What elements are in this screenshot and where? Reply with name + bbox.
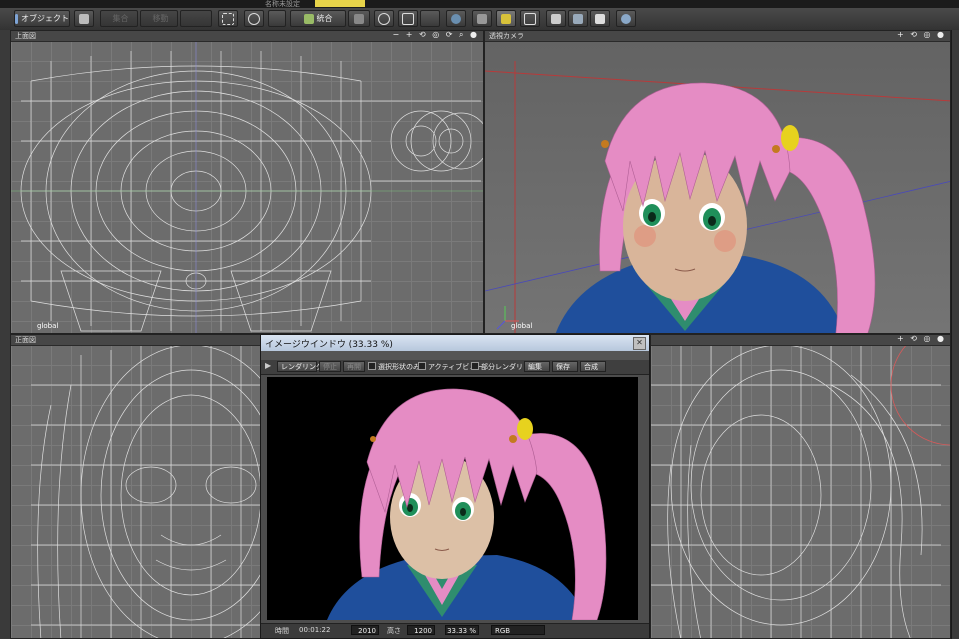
combine-dropdown[interactable]: 統合 <box>290 10 346 27</box>
globe-button[interactable] <box>446 10 466 27</box>
save-menu-button[interactable]: 保存 <box>552 361 578 372</box>
select-rect-button[interactable] <box>218 10 238 27</box>
viewport-controls[interactable]: + ⟲ ◎ ● <box>897 335 946 343</box>
image-window-titlebar[interactable]: イメージウインドウ (33.33 %) ✕ <box>261 335 649 351</box>
selected-only-checkbox[interactable]: 選択形状のみ <box>368 362 420 372</box>
image-icon <box>573 13 583 24</box>
close-icon[interactable]: ✕ <box>633 337 646 350</box>
render-time: 00:01:22 <box>299 626 331 634</box>
resume-button[interactable]: 再開 <box>343 361 365 372</box>
camera-button[interactable] <box>74 10 94 27</box>
spreadsheet-button[interactable] <box>546 10 566 27</box>
composite-menu-button[interactable]: 合成 <box>580 361 606 372</box>
render-button[interactable]: レンダリング <box>277 361 323 372</box>
combine-icon <box>303 13 314 24</box>
height-field[interactable]: 1200 <box>407 625 435 635</box>
spreadsheet-icon <box>551 13 561 24</box>
image-window-title: イメージウインドウ (33.33 %) <box>265 340 393 350</box>
center-icon <box>402 12 414 25</box>
zoom-field[interactable]: 33.33 % <box>445 625 479 635</box>
lasso-button[interactable] <box>244 10 264 27</box>
top-view-viewport[interactable]: 上面図 − + ⟲ ◎ ⟳ ⌕ ● global <box>10 30 484 334</box>
globe-icon <box>451 13 461 24</box>
image-window[interactable]: イメージウインドウ (33.33 %) ✕ ▶ レンダリング 停止 再開 選択形… <box>260 334 650 639</box>
center-button[interactable] <box>398 10 418 27</box>
rect-select-icon <box>222 12 234 25</box>
object-icon <box>15 13 18 24</box>
wireframe-side <box>651 345 950 638</box>
color-mode-select[interactable]: RGB <box>491 625 545 635</box>
viewport-controls[interactable]: − + ⟲ ◎ ⟳ ⌕ ● <box>392 31 479 40</box>
wireframe-top <box>11 41 483 333</box>
viewport-header: 上面図 − + ⟲ ◎ ⟳ ⌕ ● <box>11 31 483 42</box>
tool-button[interactable] <box>268 10 286 27</box>
rendered-character <box>327 388 607 620</box>
render-settings-button[interactable] <box>472 10 492 27</box>
snap-button[interactable] <box>348 10 370 27</box>
play-icon[interactable]: ▶ <box>265 361 271 370</box>
number-icon <box>595 13 605 24</box>
table-icon <box>524 12 536 25</box>
edit-button[interactable] <box>180 10 212 27</box>
perspective-viewport[interactable]: 透視カメラ + ⟲ ◎ ● global <box>484 30 951 334</box>
layers-button[interactable] <box>420 10 440 27</box>
table-button[interactable] <box>520 10 540 27</box>
top-title-strip: 名称未設定 <box>0 0 959 8</box>
render-settings-icon <box>477 13 487 24</box>
character-perspective-render <box>485 61 950 333</box>
viewport-header: 透視カメラ + ⟲ ◎ ● <box>485 31 950 42</box>
lasso-icon <box>248 12 260 25</box>
crosshair-icon <box>378 12 390 25</box>
snap-icon <box>354 13 364 24</box>
move-button[interactable]: 移動 <box>140 10 178 27</box>
side-view-viewport[interactable]: + ⟲ ◎ ● <box>650 334 951 639</box>
image-window-toolbar: ▶ レンダリング 停止 再開 選択形状のみ アクティブビュー 部分レンダリング … <box>261 360 649 375</box>
quad-view-button[interactable] <box>496 10 516 27</box>
viewport-header: + ⟲ ◎ ● <box>651 335 950 346</box>
group-button[interactable]: 集合 <box>100 10 138 27</box>
viewport-controls[interactable]: + ⟲ ◎ ● <box>897 31 946 39</box>
edit-menu-button[interactable]: 編集 <box>524 361 550 372</box>
sphere-icon <box>621 13 631 24</box>
render-canvas <box>267 377 638 620</box>
grid-icon <box>501 13 511 24</box>
image-window-subbar <box>261 351 649 360</box>
target-button[interactable] <box>374 10 394 27</box>
image-window-statusbar: 時間 00:01:22 2010 高さ 1200 33.33 % RGB <box>261 623 649 638</box>
number-button[interactable] <box>590 10 610 27</box>
stop-button[interactable]: 停止 <box>319 361 341 372</box>
main-toolbar: オブジェクト 集合 移動 統合 <box>0 8 959 31</box>
image-button[interactable] <box>568 10 588 27</box>
width-field[interactable]: 2010 <box>351 625 379 635</box>
camera-icon <box>79 13 89 24</box>
active-tab-indicator <box>315 0 365 7</box>
right-side-panel[interactable] <box>951 30 959 639</box>
object-button[interactable]: オブジェクト <box>14 10 70 27</box>
sphere-button[interactable] <box>616 10 636 27</box>
